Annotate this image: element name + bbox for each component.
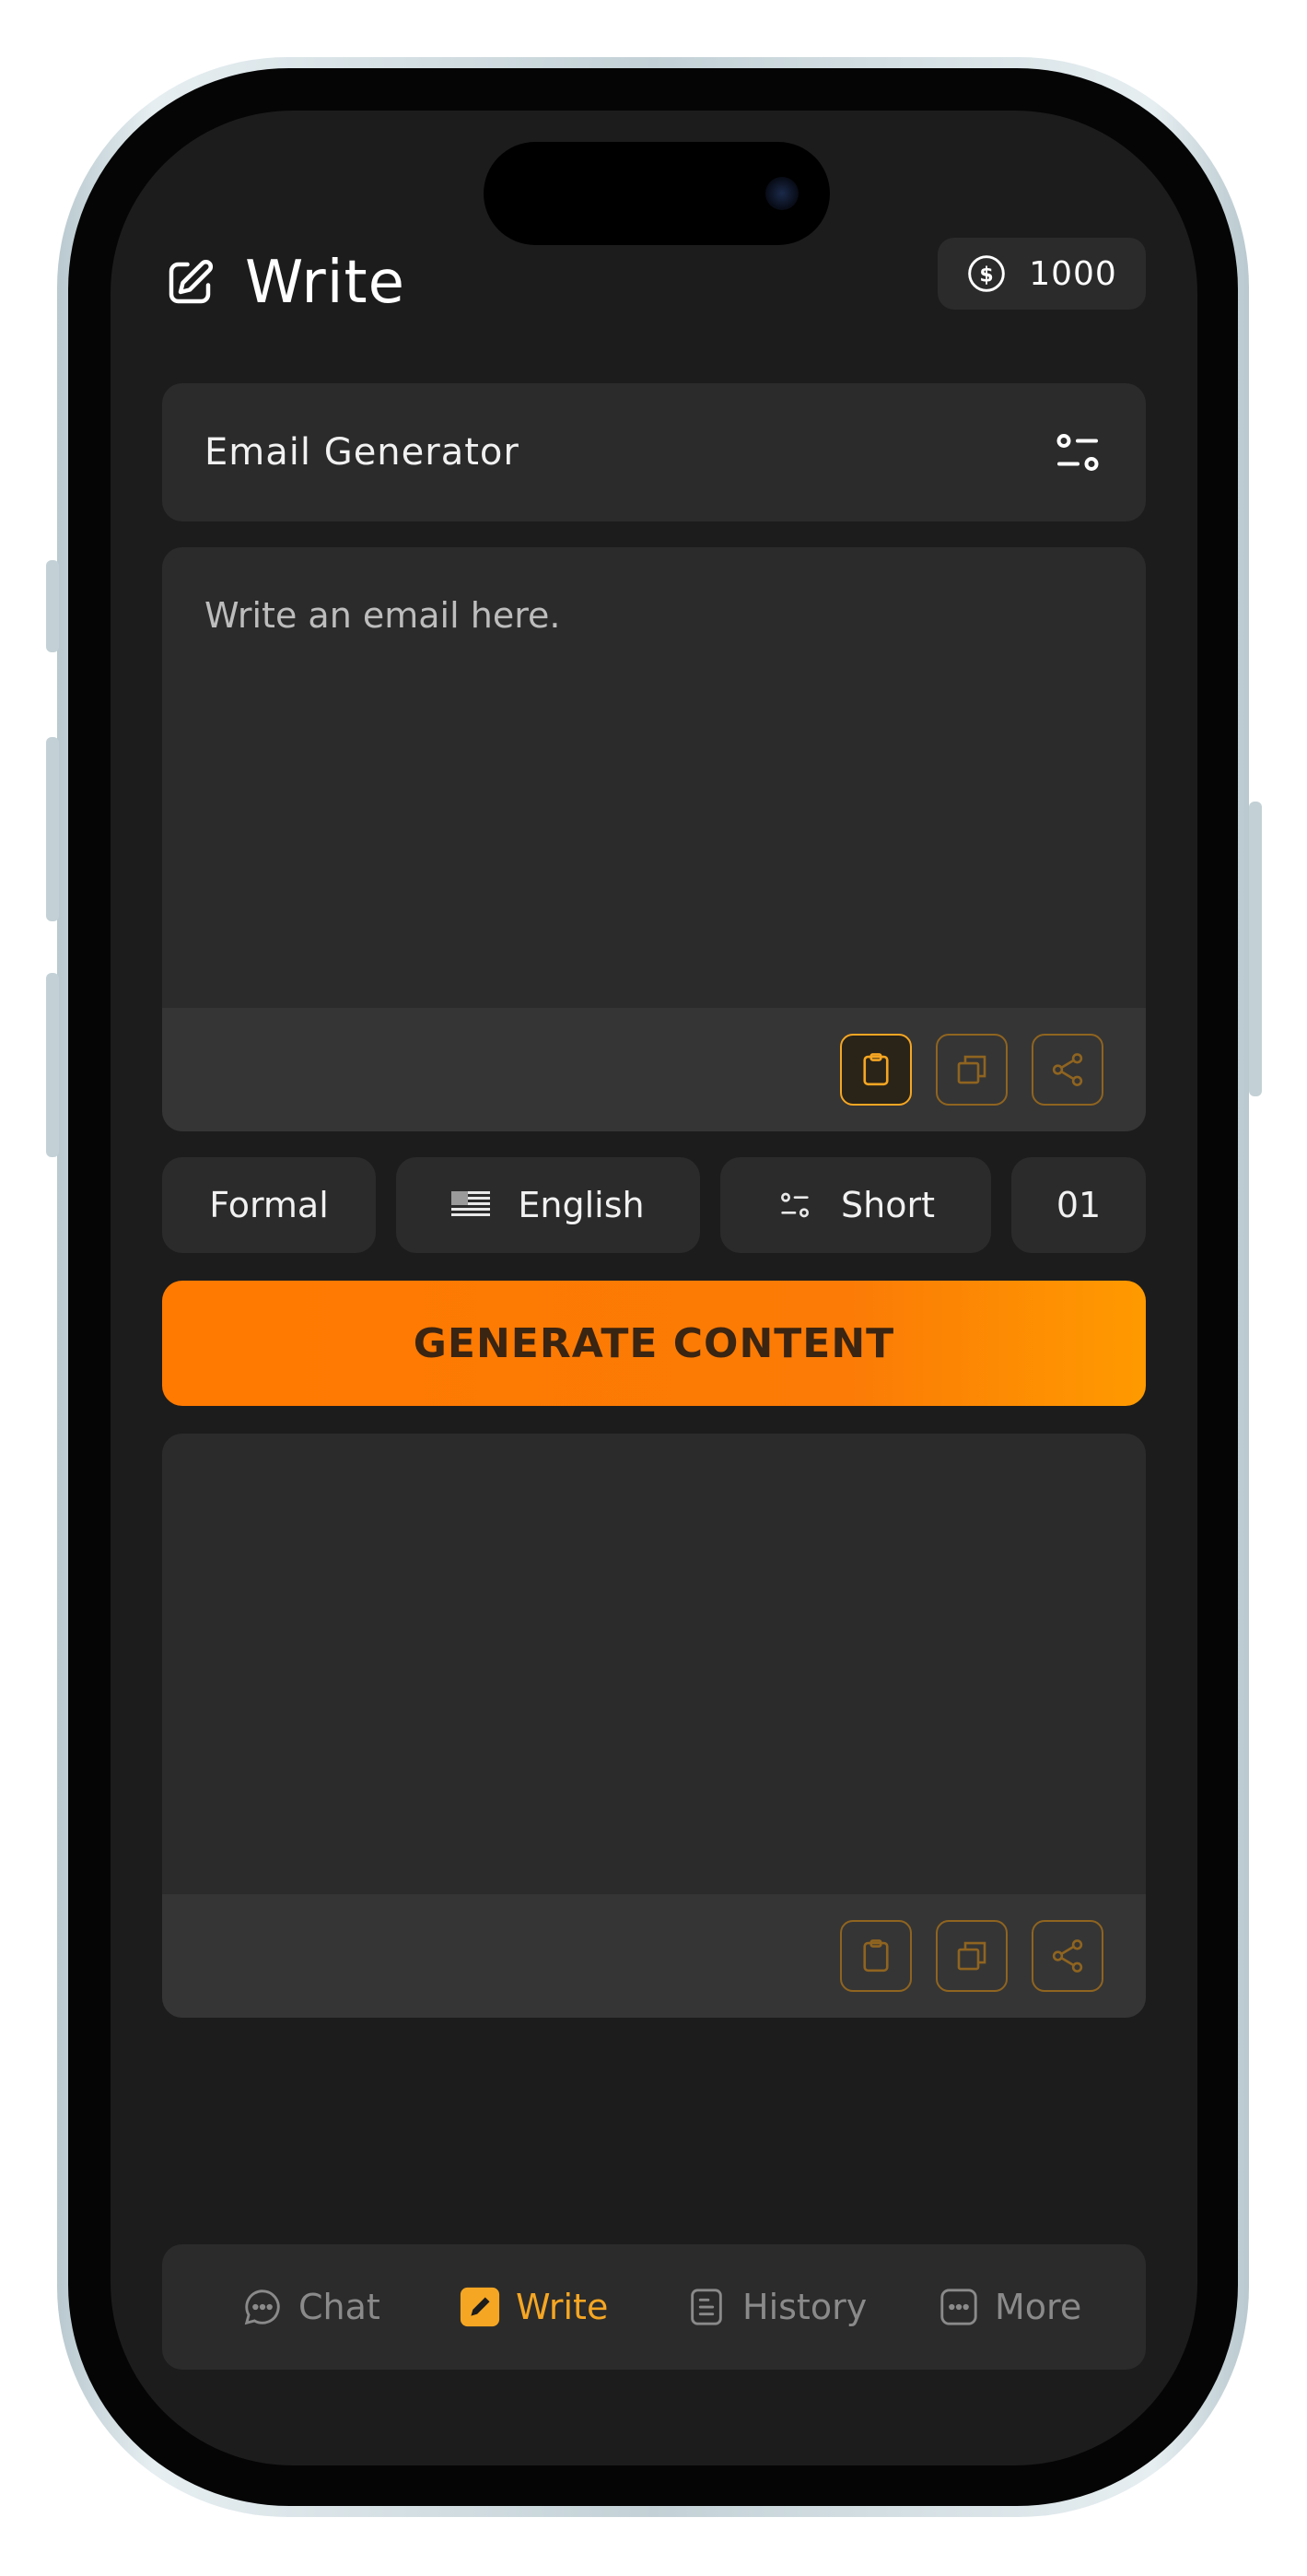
- credits-badge[interactable]: $ 1000: [938, 238, 1146, 310]
- copy-icon: [957, 1055, 986, 1084]
- generator-selector[interactable]: Email Generator: [162, 383, 1146, 521]
- paste-button[interactable]: [840, 1034, 912, 1106]
- tab-chat-label: Chat: [298, 2287, 380, 2327]
- share-icon: [1052, 1053, 1083, 1086]
- action-button: [46, 560, 59, 652]
- bottom-tab-bar: Chat Write History More: [162, 2244, 1146, 2370]
- tab-more-label: More: [995, 2287, 1082, 2327]
- sliders-icon: [780, 1192, 810, 1218]
- output-action-bar: [162, 1894, 1146, 2018]
- input-card: [162, 547, 1146, 1131]
- svg-text:$: $: [980, 263, 994, 287]
- output-card: [162, 1434, 1146, 2018]
- language-label: English: [518, 1185, 645, 1225]
- length-label: Short: [841, 1185, 935, 1225]
- title-group: Write: [162, 249, 405, 317]
- chat-bubble-icon: [244, 2289, 280, 2325]
- tab-write-label: Write: [516, 2287, 609, 2327]
- generator-label: Email Generator: [204, 431, 519, 474]
- share-button[interactable]: [1032, 1034, 1103, 1106]
- page-title: Write: [245, 249, 405, 317]
- tab-write[interactable]: Write: [459, 2244, 608, 2370]
- dollar-coin-icon: $: [968, 255, 1005, 292]
- output-copy-button[interactable]: [936, 1920, 1008, 1992]
- copy-button[interactable]: [936, 1034, 1008, 1106]
- pencil-icon: [460, 2287, 500, 2327]
- language-selector[interactable]: English: [396, 1157, 700, 1253]
- tone-selector[interactable]: Formal: [162, 1157, 376, 1253]
- generated-output-area[interactable]: [162, 1434, 1146, 1894]
- copy-icon: [957, 1941, 986, 1971]
- front-camera-icon: [765, 177, 799, 210]
- power-button: [1249, 802, 1262, 1096]
- credits-value: 1000: [1029, 254, 1117, 293]
- app-screen: Write $ 1000 Email Generator Write an em…: [111, 111, 1197, 2465]
- output-share-button[interactable]: [1032, 1920, 1103, 1992]
- output-paste-button[interactable]: [840, 1920, 912, 1992]
- tone-label: Formal: [209, 1185, 329, 1225]
- volume-down-button: [46, 973, 59, 1157]
- count-label: 01: [1056, 1185, 1102, 1225]
- generate-button-label: GENERATE CONTENT: [413, 1319, 895, 1367]
- document-list-icon: [691, 2289, 722, 2325]
- tab-history-label: History: [742, 2287, 868, 2327]
- clipboard-icon: [863, 1053, 889, 1086]
- header: Write $ 1000: [162, 238, 1146, 339]
- ellipsis-icon: [940, 2289, 977, 2325]
- input-action-bar: [162, 1008, 1146, 1131]
- tab-more[interactable]: More: [938, 2244, 1081, 2370]
- email-prompt-input[interactable]: [162, 547, 1146, 1008]
- count-selector[interactable]: 01: [1011, 1157, 1146, 1253]
- tab-chat[interactable]: Chat: [241, 2244, 380, 2370]
- us-flag-icon: [451, 1191, 491, 1219]
- volume-up-button: [46, 737, 59, 921]
- share-icon: [1052, 1939, 1083, 1973]
- options-row: Formal English Short 01: [162, 1157, 1146, 1253]
- generate-content-button[interactable]: GENERATE CONTENT: [162, 1281, 1146, 1406]
- dynamic-island: [484, 142, 830, 245]
- edit-icon: [169, 259, 214, 304]
- tab-history[interactable]: History: [685, 2244, 867, 2370]
- settings-sliders-icon[interactable]: [1050, 425, 1105, 480]
- length-selector[interactable]: Short: [720, 1157, 991, 1253]
- clipboard-icon: [863, 1939, 889, 1973]
